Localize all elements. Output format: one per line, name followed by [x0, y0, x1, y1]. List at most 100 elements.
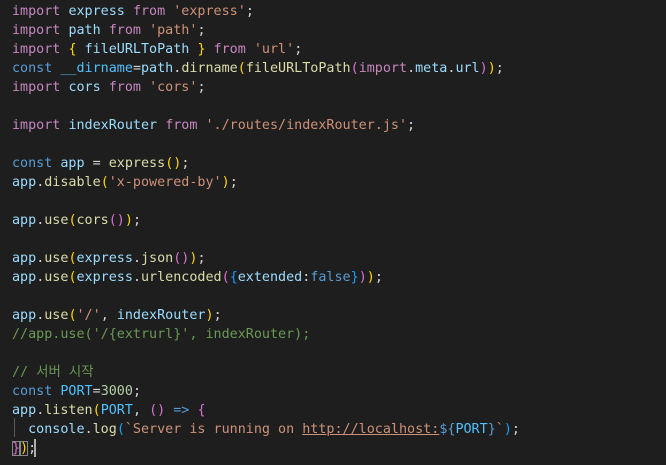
code-token: meta — [415, 61, 448, 76]
code-token: from — [132, 4, 166, 19]
code-token: fileURLToPath — [84, 42, 190, 57]
code-token: } — [487, 422, 496, 437]
code-token: urlencoded — [141, 270, 222, 285]
code-token: ( — [68, 270, 77, 285]
code-line[interactable]: }); — [12, 439, 36, 458]
code-token: express — [76, 251, 133, 266]
code-token: ) — [124, 213, 133, 228]
code-token: disable — [44, 175, 101, 190]
code-token: } — [12, 441, 21, 456]
code-line[interactable]: app.use(express.json()); — [12, 249, 206, 268]
code-editor[interactable]: import express from 'express'; import pat… — [0, 0, 666, 465]
code-token: ( — [68, 213, 77, 228]
code-token: app — [12, 403, 37, 418]
code-token: ( — [68, 251, 77, 266]
code-token: ) — [366, 270, 375, 285]
code-token: ; — [197, 80, 206, 95]
code-token: } — [197, 42, 206, 57]
code-line[interactable]: app.disable('x-powered-by'); — [12, 173, 238, 192]
code-token: = — [92, 384, 101, 399]
code-line[interactable]: import { fileURLToPath } from 'url'; — [12, 40, 302, 59]
code-token: ( — [100, 175, 109, 190]
code-token: cors — [68, 80, 101, 95]
code-token: ${ — [439, 422, 456, 437]
code-line[interactable]: import cors from 'cors'; — [12, 78, 206, 97]
code-token: ; — [245, 4, 254, 19]
code-token: cors — [76, 213, 109, 228]
code-token: ( — [92, 403, 101, 418]
code-line[interactable]: const PORT=3000; — [12, 382, 141, 401]
code-token: () — [165, 156, 182, 171]
code-token: ; — [28, 441, 37, 456]
code-token: path — [141, 61, 174, 76]
code-token: listen — [44, 403, 93, 418]
code-line[interactable]: import indexRouter from './routes/indexR… — [12, 116, 415, 135]
code-token: ; — [197, 251, 206, 266]
code-token: { — [68, 42, 77, 57]
code-token: app — [12, 270, 37, 285]
code-line[interactable]: const __dirname=path.dirname(fileURLToPa… — [12, 59, 504, 78]
code-token: import — [358, 61, 408, 76]
code-line[interactable]: const app = express(); — [12, 154, 189, 173]
code-token: indexRouter — [68, 118, 158, 133]
code-token: () — [108, 213, 125, 228]
code-token: extended — [237, 270, 303, 285]
code-token: ) — [503, 422, 512, 437]
code-token: path — [68, 23, 101, 38]
code-token: () — [173, 251, 190, 266]
code-token: PORT — [455, 422, 488, 437]
code-token: http://localhost: — [302, 422, 440, 437]
code-line[interactable]: app.listen(PORT, () => { — [12, 401, 206, 420]
code-token: import — [12, 80, 61, 95]
code-token: use — [44, 251, 69, 266]
code-token: PORT — [60, 384, 93, 399]
code-token: express — [76, 270, 133, 285]
code-token: = — [132, 61, 141, 76]
code-token: PORT — [100, 403, 133, 418]
code-token: import — [12, 23, 61, 38]
code-token: import — [12, 4, 61, 19]
code-token: from — [165, 118, 198, 133]
code-token: console — [28, 422, 85, 437]
code-token: ( — [350, 61, 359, 76]
code-token: import — [12, 42, 61, 57]
code-line[interactable]: console.log(`Server is running on http:/… — [12, 420, 520, 439]
code-line[interactable]: app.use(express.urlencoded({extended:fal… — [12, 268, 383, 287]
code-token: import — [12, 118, 61, 133]
code-token: ) — [205, 308, 214, 323]
code-token: use — [44, 308, 69, 323]
code-token: ; — [197, 23, 206, 38]
code-token: `Server is running on — [124, 422, 303, 437]
code-token: ; — [213, 308, 222, 323]
code-token: 3000 — [100, 384, 133, 399]
code-token: ; — [132, 213, 141, 228]
code-token: './routes/indexRouter.js' — [205, 118, 408, 133]
code-line[interactable]: app.use('/', indexRouter); — [12, 306, 222, 325]
code-token: app — [12, 251, 37, 266]
code-token: false — [310, 270, 351, 285]
code-line[interactable]: // 서버 시작 — [12, 363, 94, 382]
code-token: ( — [237, 61, 246, 76]
code-token: ) — [487, 61, 496, 76]
code-token: ; — [229, 175, 238, 190]
code-line[interactable]: //app.use('/{extrurl}', indexRouter); — [12, 325, 310, 344]
code-token: app — [12, 308, 37, 323]
code-line[interactable]: app.use(cors()); — [12, 211, 141, 230]
code-token: 'path' — [149, 23, 198, 38]
code-line[interactable]: import path from 'path'; — [12, 21, 206, 40]
code-line[interactable]: import express from 'express'; — [12, 2, 254, 21]
code-token: app — [12, 213, 37, 228]
code-token: app — [12, 175, 37, 190]
code-token: indexRouter — [116, 308, 206, 323]
code-token: ) — [479, 61, 488, 76]
code-token: , — [100, 308, 117, 323]
code-token: . — [132, 251, 141, 266]
